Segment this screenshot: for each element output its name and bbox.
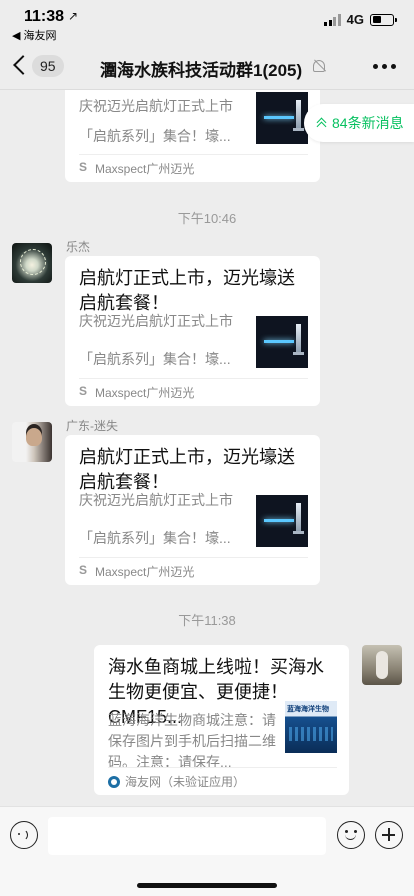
message-list[interactable]: 庆祝迈光启航灯正式上市 「启航系列」集合！壕... Maxspect广州迈光 8… (0, 90, 414, 806)
card-thumbnail: 蓝海海洋生物 (285, 701, 337, 753)
maxspect-logo-icon (79, 384, 90, 398)
link-card[interactable]: 庆祝迈光启航灯正式上市 「启航系列」集合！壕... Maxspect广州迈光 (65, 90, 320, 182)
voice-icon[interactable] (10, 821, 38, 849)
card-divider (79, 557, 308, 558)
card-description-1: 庆祝迈光启航灯正式上市 (79, 98, 233, 114)
sender-name: 广东-迷失 (66, 419, 118, 433)
card-source-label: Maxspect广州迈光 (95, 565, 195, 579)
maxspect-logo-icon (79, 563, 90, 577)
card-source: Maxspect广州迈光 (79, 384, 194, 401)
double-chevron-up-icon (316, 117, 326, 129)
back-chevron-icon[interactable] (10, 54, 30, 78)
link-card[interactable]: 启航灯正式上市，迈光壕送启航套餐！ 庆祝迈光启航灯正式上市 「启航系列」集合！壕… (65, 435, 320, 585)
chat-header: 95 潿海水族科技活动群1(205) (0, 44, 414, 90)
card-description: 蓝海海洋生物商城注意：请保存图片到手机后扫描二维码。注意：请保存... (108, 712, 276, 770)
avatar[interactable] (12, 243, 52, 283)
card-source-label: Maxspect广州迈光 (95, 162, 195, 176)
card-title: 启航灯正式上市，迈光壕送启航套餐！ (79, 268, 295, 313)
new-messages-label: 84条新消息 (332, 115, 404, 131)
card-source: Maxspect广州迈光 (79, 160, 194, 177)
card-description-2: 「启航系列」集合！壕... (79, 351, 231, 367)
network-type: 4G (346, 12, 364, 27)
avatar[interactable] (12, 422, 52, 462)
location-arrow-icon: ↗ (68, 9, 79, 23)
home-indicator (137, 883, 277, 888)
status-bar: 11:38 ↗ ◀ 海友网 4G (0, 0, 414, 44)
mute-bell-icon (313, 60, 325, 72)
status-time: 11:38 (24, 8, 65, 25)
sender-name: 乐杰 (66, 240, 91, 254)
link-card[interactable]: 海水鱼商城上线啦！买海水生物更便宜、更便捷！CMF15... 蓝海海洋生物商城注… (94, 645, 349, 795)
emoji-icon[interactable] (337, 821, 365, 849)
card-description-2: 「启航系列」集合！壕... (79, 128, 231, 144)
message-input[interactable] (48, 817, 326, 855)
back-to-app-link[interactable]: ◀ 海友网 (12, 27, 57, 43)
status-right: 4G (324, 12, 397, 27)
timestamp: 下午11:38 (178, 613, 236, 628)
link-card[interactable]: 启航灯正式上市，迈光壕送启航套餐！ 庆祝迈光启航灯正式上市 「启航系列」集合！壕… (65, 256, 320, 406)
signal-icon (324, 13, 341, 26)
plus-icon[interactable] (375, 821, 403, 849)
timestamp: 下午10:46 (177, 211, 237, 226)
card-description-2: 「启航系列」集合！壕... (79, 530, 231, 546)
unread-count-badge[interactable]: 95 (32, 55, 64, 77)
avatar-self[interactable] (362, 645, 402, 685)
card-thumbnail (256, 316, 308, 368)
card-divider (79, 154, 308, 155)
battery-icon (370, 13, 397, 26)
card-divider (79, 378, 308, 379)
card-source-label: Maxspect广州迈光 (95, 386, 195, 400)
new-messages-button[interactable]: 84条新消息 (304, 104, 414, 142)
card-description-1: 庆祝迈光启航灯正式上市 (79, 313, 233, 329)
card-thumbnail (256, 495, 308, 547)
haiyou-logo-icon (108, 775, 120, 788)
card-source-label: 海友网（未验证应用） (125, 775, 246, 789)
maxspect-logo-icon (79, 160, 90, 174)
card-description-1: 庆祝迈光启航灯正式上市 (79, 492, 233, 508)
chat-title: 潿海水族科技活动群1(205) (100, 61, 303, 80)
card-divider (108, 767, 337, 768)
card-source: 海友网（未验证应用） (108, 773, 245, 790)
card-source: Maxspect广州迈光 (79, 563, 194, 580)
more-options-icon[interactable] (373, 64, 396, 69)
card-thumbnail (256, 92, 308, 144)
card-title: 启航灯正式上市，迈光壕送启航套餐！ (79, 447, 295, 492)
input-bar (0, 806, 414, 896)
